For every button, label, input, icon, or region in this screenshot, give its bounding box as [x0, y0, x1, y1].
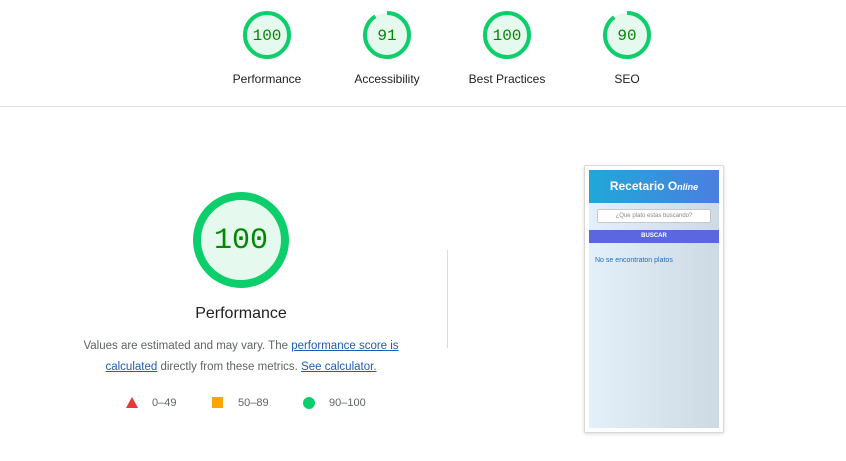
gauge-best-practices[interactable]: 100 Best Practices — [447, 10, 567, 86]
gauge-performance[interactable]: 100 Performance — [207, 10, 327, 86]
site-search-input: ¿Que plato estas buscando? — [597, 209, 711, 223]
gauge-score: 100 — [252, 27, 282, 45]
site-brand: Recetario O — [609, 179, 678, 193]
gauge-ring: 100 — [242, 10, 292, 60]
gauge-label: SEO — [614, 72, 640, 86]
square-icon — [212, 397, 223, 408]
gauge-ring: 100 — [482, 10, 532, 60]
gauge-label: Performance — [232, 72, 302, 86]
site-header: Recetario Online — [589, 170, 719, 203]
gauge-ring: 91 — [362, 10, 412, 60]
gauge-label: Accessibility — [354, 72, 420, 86]
performance-title: Performance — [195, 305, 287, 322]
circle-icon — [303, 397, 315, 409]
site-search-button: BUSCAR — [589, 230, 719, 243]
site-empty-message: No se encontraton platos — [595, 257, 673, 264]
category-gauges-strip: 100 Performance 91 Accessibility 100 Bes… — [0, 0, 846, 107]
gauge-label: Best Practices — [468, 72, 546, 86]
gauge-seo[interactable]: 90 SEO — [567, 10, 687, 86]
gauge-score: 90 — [617, 27, 637, 45]
vertical-divider — [447, 250, 448, 348]
legend-range: 90–100 — [329, 397, 366, 409]
triangle-icon — [126, 397, 138, 408]
gauge-ring: 90 — [602, 10, 652, 60]
gauge-accessibility[interactable]: 91 Accessibility — [327, 10, 447, 86]
screenshot-content: Recetario Online ¿Que plato estas buscan… — [589, 170, 719, 428]
main-gauge-score: 100 — [213, 224, 268, 258]
legend-range: 50–89 — [238, 397, 269, 409]
performance-main-gauge: 100 — [192, 191, 290, 289]
site-brand-suffix: nline — [677, 182, 699, 192]
legend-range: 0–49 — [152, 397, 177, 409]
desc-text-prefix: Values are estimated and may vary. The — [83, 340, 292, 352]
gauge-score: 91 — [377, 27, 397, 45]
desc-text-middle: directly from these metrics. — [157, 361, 302, 373]
gauge-score: 100 — [492, 27, 522, 45]
final-screenshot-thumbnail[interactable]: Recetario Online ¿Que plato estas buscan… — [584, 165, 724, 433]
performance-description: Values are estimated and may vary. The p… — [56, 336, 426, 378]
see-calculator-link[interactable]: See calculator. — [301, 361, 376, 373]
